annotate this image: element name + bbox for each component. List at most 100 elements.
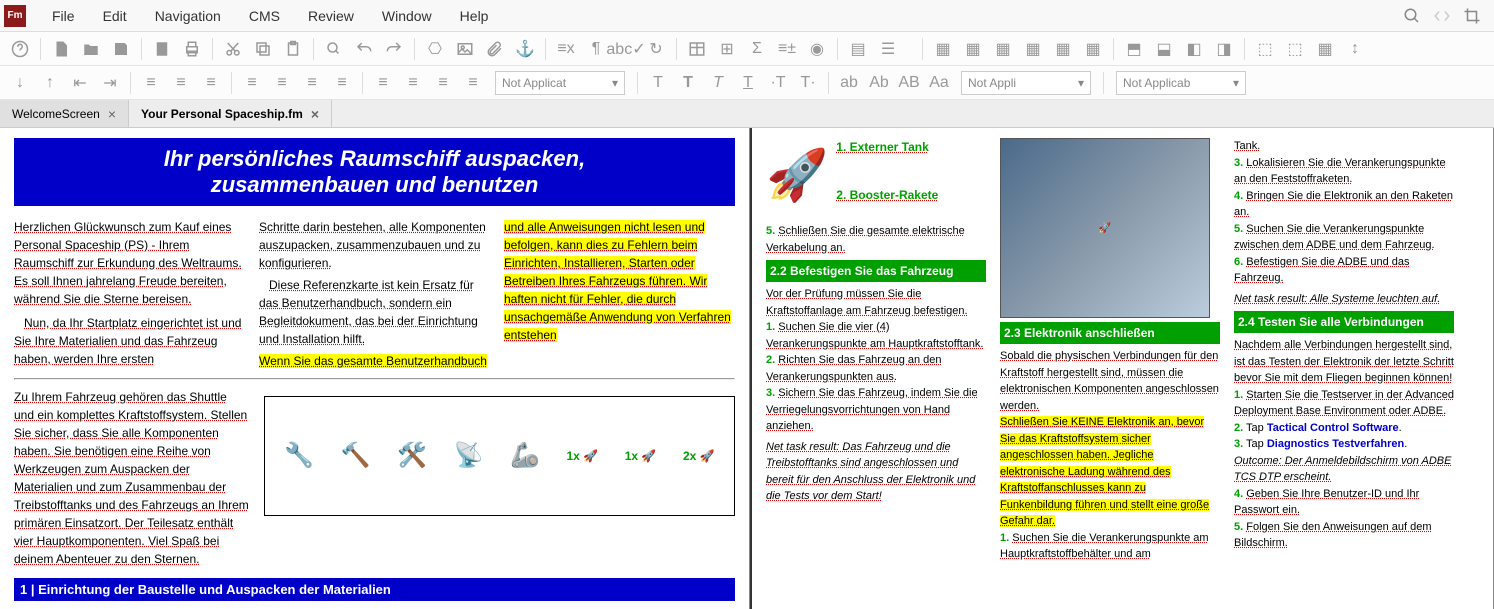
list-item: Tap Diagnostics Testverfahren. [1246, 438, 1407, 450]
section-heading-1: 1 | Einrichtung der Baustelle und Auspac… [14, 578, 735, 601]
spacing2-icon[interactable]: ≡ [399, 70, 427, 96]
anchor-frame-icon[interactable]: ⎔ [421, 36, 449, 62]
tbl4-icon[interactable]: ▦ [1019, 36, 1047, 62]
shuttle-diagram: 🚀 1. Externer Tank 2. Booster-Rakete [766, 138, 986, 213]
body-text: Zu Ihrem Fahrzeug gehören das Shuttle un… [14, 388, 250, 568]
list-icon[interactable]: ☰ [874, 36, 902, 62]
bold-icon[interactable]: T [674, 70, 702, 96]
spacing4-icon[interactable]: ≡ [459, 70, 487, 96]
spellcheck-icon[interactable]: abc✓ [612, 36, 640, 62]
indent-left-icon[interactable]: ⇤ [66, 70, 94, 96]
callout-tank: 1. Externer Tank [836, 138, 938, 156]
list-item: Tap Tactical Control Software. [1246, 422, 1402, 434]
body-text: Nachdem alle Verbindungen hergestellt si… [1234, 337, 1454, 387]
align-justify-icon[interactable]: ≡ [328, 70, 356, 96]
tab-label: WelcomeScreen [12, 107, 100, 121]
row-above-icon[interactable]: ⬒ [1120, 36, 1148, 62]
move-up-icon[interactable]: ↑ [36, 70, 64, 96]
tools-figure: 🔧 🔨 🛠️ 📡 🦾 1x 🚀 1x 🚀 2x 🚀 [264, 396, 735, 516]
anchor-icon[interactable]: ⚓ [511, 36, 539, 62]
capitalize-icon[interactable]: Ab [865, 70, 893, 96]
close-icon[interactable]: × [311, 106, 319, 122]
image-icon[interactable] [451, 36, 479, 62]
spacing3-icon[interactable]: ≡ [429, 70, 457, 96]
underline-icon[interactable]: T [734, 70, 762, 96]
document-canvas[interactable]: Ihr persönliches Raumschiff auspacken, z… [0, 128, 1494, 609]
lowercase-icon[interactable]: ab [835, 70, 863, 96]
align-center-list-icon[interactable]: ≡ [167, 70, 195, 96]
tab-label: Your Personal Spaceship.fm [141, 107, 303, 121]
list-item: Suchen Sie die Verankerungspunkte am Hau… [1000, 532, 1209, 561]
save-pdf-icon[interactable] [148, 36, 176, 62]
plain-icon[interactable]: T [644, 70, 672, 96]
sort-icon[interactable]: ↕ [1341, 36, 1369, 62]
table-add-row-icon[interactable]: ⊞ [713, 36, 741, 62]
tab-welcome[interactable]: WelcomeScreen × [0, 100, 129, 127]
search-icon[interactable] [1402, 6, 1422, 26]
subscript-icon[interactable]: T· [794, 70, 822, 96]
code-panel-icon[interactable] [1432, 6, 1452, 26]
tbl5-icon[interactable]: ▦ [1049, 36, 1077, 62]
crop-icon[interactable] [1462, 6, 1482, 26]
menu-window[interactable]: Window [368, 2, 446, 30]
cell-shade-icon[interactable]: ▦ [1311, 36, 1339, 62]
tab-spaceship[interactable]: Your Personal Spaceship.fm × [129, 100, 332, 127]
italic-icon[interactable]: T [704, 70, 732, 96]
menu-file[interactable]: File [38, 2, 89, 30]
hotspot-icon[interactable]: ◉ [803, 36, 831, 62]
tbl3-icon[interactable]: ▦ [989, 36, 1017, 62]
repeat-icon[interactable]: ↻ [642, 36, 670, 62]
tbl2-icon[interactable]: ▦ [959, 36, 987, 62]
cut-icon[interactable] [219, 36, 247, 62]
equation-icon[interactable]: ≡± [773, 36, 801, 62]
variable-icon[interactable]: ≡x [552, 36, 580, 62]
font-icon[interactable]: Aa [925, 70, 953, 96]
superscript-icon[interactable]: ·T [764, 70, 792, 96]
align-right-list-icon[interactable]: ≡ [197, 70, 225, 96]
body-text: Herzlichen Glückwunsch zum Kauf eines Pe… [14, 218, 245, 308]
redo-icon[interactable] [380, 36, 408, 62]
table-style-select[interactable]: Not Applicab▾ [1116, 71, 1246, 95]
menu-review[interactable]: Review [294, 2, 368, 30]
help-icon[interactable] [6, 36, 34, 62]
merge-icon[interactable]: ⬚ [1251, 36, 1279, 62]
align-left-list-icon[interactable]: ≡ [137, 70, 165, 96]
char-style-select[interactable]: Not Appli▾ [961, 71, 1091, 95]
new-doc-icon[interactable] [47, 36, 75, 62]
undo-icon[interactable] [350, 36, 378, 62]
row-below-icon[interactable]: ⬓ [1150, 36, 1178, 62]
tbl1-icon[interactable]: ▦ [929, 36, 957, 62]
table-icon[interactable] [683, 36, 711, 62]
uppercase-icon[interactable]: AB [895, 70, 923, 96]
borders-icon[interactable]: ▤ [844, 36, 872, 62]
menu-edit[interactable]: Edit [89, 2, 141, 30]
menu-navigation[interactable]: Navigation [141, 2, 235, 30]
menu-help[interactable]: Help [446, 2, 503, 30]
menu-cms[interactable]: CMS [235, 2, 294, 30]
col-left-icon[interactable]: ◧ [1180, 36, 1208, 62]
section-heading-22: 2.2 Befestigen Sie das Fahrzeug [766, 260, 986, 282]
print-icon[interactable] [178, 36, 206, 62]
list-item: Suchen Sie die vier (4) Verankerungspunk… [766, 321, 983, 350]
tbl6-icon[interactable]: ▦ [1079, 36, 1107, 62]
list-item: Schließen Sie die gesamte elektrische Ve… [766, 225, 965, 254]
copy-icon[interactable] [249, 36, 277, 62]
sigma-icon[interactable]: Σ [743, 36, 771, 62]
align-right-icon[interactable]: ≡ [298, 70, 326, 96]
split-icon[interactable]: ⬚ [1281, 36, 1309, 62]
align-left-icon[interactable]: ≡ [238, 70, 266, 96]
align-center-icon[interactable]: ≡ [268, 70, 296, 96]
open-icon[interactable] [77, 36, 105, 62]
attach-icon[interactable] [481, 36, 509, 62]
para-style-select[interactable]: Not Applicat▾ [495, 71, 625, 95]
save-icon[interactable] [107, 36, 135, 62]
spacing1-icon[interactable]: ≡ [369, 70, 397, 96]
body-text: Schritte darin bestehen, alle Komponente… [259, 218, 490, 272]
close-icon[interactable]: × [108, 106, 116, 122]
outcome-text: Outcome: Der Anmeldebildschirm von ADBE … [1234, 453, 1454, 486]
find-icon[interactable] [320, 36, 348, 62]
move-down-icon[interactable]: ↓ [6, 70, 34, 96]
paste-icon[interactable] [279, 36, 307, 62]
indent-right-icon[interactable]: ⇥ [96, 70, 124, 96]
col-right-icon[interactable]: ◨ [1210, 36, 1238, 62]
